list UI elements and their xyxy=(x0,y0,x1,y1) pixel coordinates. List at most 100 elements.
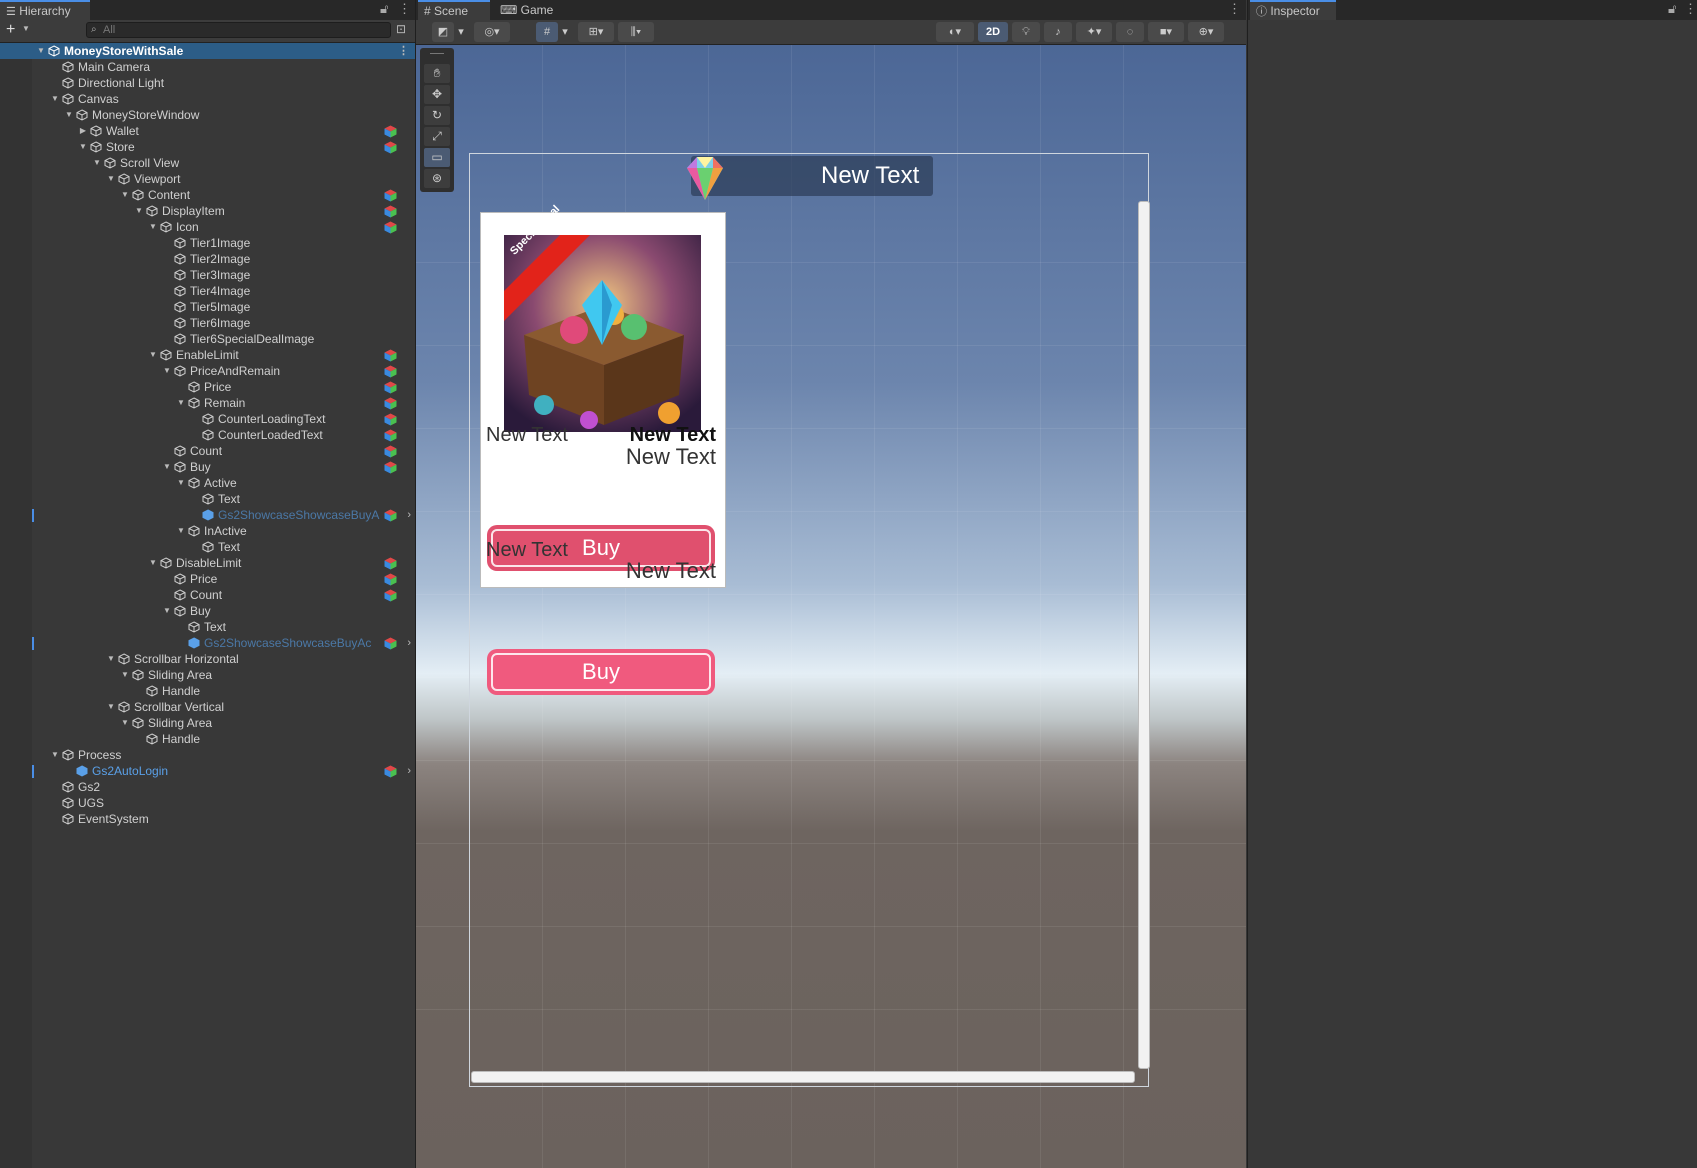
hierarchy-row[interactable]: ▼ Store xyxy=(0,139,415,155)
add-icon[interactable]: + xyxy=(6,21,15,39)
fold-open-icon[interactable]: ▼ xyxy=(120,715,130,731)
hierarchy-row[interactable]: Text xyxy=(0,539,415,555)
hierarchy-row[interactable]: ▼ Canvas xyxy=(0,91,415,107)
draw-mode-icon[interactable]: ◩ xyxy=(432,22,454,42)
hierarchy-row[interactable]: ▼ Sliding Area xyxy=(0,667,415,683)
hierarchy-row[interactable]: Tier1Image xyxy=(0,235,415,251)
hierarchy-row[interactable]: UGS xyxy=(0,795,415,811)
hierarchy-row[interactable]: ▼ Scrollbar Horizontal xyxy=(0,651,415,667)
fold-open-icon[interactable]: ▼ xyxy=(36,43,46,59)
fold-open-icon[interactable]: ▼ xyxy=(64,107,74,123)
hierarchy-row[interactable]: ▼ Content xyxy=(0,187,415,203)
camera-icon[interactable]: ■▾ xyxy=(1148,22,1184,42)
hierarchy-row[interactable]: ▼ Sliding Area xyxy=(0,715,415,731)
more-menu-icon[interactable]: ⋮ xyxy=(398,1,411,17)
fold-open-icon[interactable]: ▼ xyxy=(162,363,172,379)
hierarchy-row[interactable]: Main Camera xyxy=(0,59,415,75)
fold-open-icon[interactable]: ▼ xyxy=(120,667,130,683)
buy-button-inactive[interactable]: Buy xyxy=(487,649,715,695)
gizmos-icon[interactable]: ⊕▾ xyxy=(1188,22,1224,42)
hierarchy-row[interactable]: CounterLoadedText xyxy=(0,427,415,443)
fold-open-icon[interactable]: ▼ xyxy=(106,699,116,715)
search-input[interactable]: ⌕ All xyxy=(86,22,391,38)
hierarchy-row[interactable]: ▼ Process xyxy=(0,747,415,763)
hierarchy-row[interactable]: Gs2 xyxy=(0,779,415,795)
hierarchy-row[interactable]: Gs2ShowcaseShowcaseBuyA › xyxy=(0,507,415,523)
scrollbar-horizontal[interactable] xyxy=(471,1071,1135,1083)
fold-open-icon[interactable]: ▼ xyxy=(134,203,144,219)
tab-inspector[interactable]: ⓘ Inspector xyxy=(1250,0,1336,20)
more-menu-icon[interactable]: ⋮ xyxy=(398,43,409,59)
hierarchy-row[interactable]: ▼ Viewport xyxy=(0,171,415,187)
hierarchy-row[interactable]: ▼ PriceAndRemain xyxy=(0,363,415,379)
scrollbar-vertical[interactable] xyxy=(1138,201,1150,1069)
fold-open-icon[interactable]: ▼ xyxy=(162,459,172,475)
lock-icon[interactable]: 🔓︎ xyxy=(380,1,388,17)
hierarchy-row[interactable]: Count xyxy=(0,443,415,459)
move-tool-icon[interactable]: ✥ xyxy=(424,85,450,104)
hierarchy-row[interactable]: ▼ Scrollbar Vertical xyxy=(0,699,415,715)
open-prefab-icon[interactable]: › xyxy=(407,635,411,651)
more-menu-icon[interactable]: ⋮ xyxy=(1228,1,1241,17)
more-menu-icon[interactable]: ⋮ xyxy=(1684,1,1697,17)
toggle-2d-button[interactable]: 2D xyxy=(978,22,1008,42)
lighting-icon[interactable]: 💡︎ xyxy=(1012,22,1040,42)
fold-open-icon[interactable]: ▼ xyxy=(50,91,60,107)
hierarchy-row[interactable]: ▼ Active xyxy=(0,475,415,491)
hierarchy-row[interactable]: ▶ Wallet xyxy=(0,123,415,139)
drag-handle[interactable] xyxy=(430,53,444,54)
fold-open-icon[interactable]: ▼ xyxy=(120,187,130,203)
hierarchy-row[interactable]: ▼ DisplayItem xyxy=(0,203,415,219)
hierarchy-row[interactable]: ▼ Scroll View xyxy=(0,155,415,171)
rotate-tool-icon[interactable]: ↻ xyxy=(424,106,450,125)
hierarchy-row[interactable]: Gs2AutoLogin › xyxy=(0,763,415,779)
tab-scene[interactable]: # Scene xyxy=(418,0,490,20)
hierarchy-row[interactable]: ▼ Remain xyxy=(0,395,415,411)
hierarchy-row[interactable]: CounterLoadingText xyxy=(0,411,415,427)
fold-closed-icon[interactable]: ▶ xyxy=(78,123,88,139)
fold-open-icon[interactable]: ▼ xyxy=(176,395,186,411)
transform-tool-icon[interactable]: ⊛ xyxy=(424,169,450,188)
hierarchy-row[interactable]: Directional Light xyxy=(0,75,415,91)
hierarchy-row[interactable]: Handle xyxy=(0,731,415,747)
hierarchy-row[interactable]: EventSystem xyxy=(0,811,415,827)
hierarchy-row[interactable]: ▼ MoneyStoreWindow xyxy=(0,107,415,123)
lock-icon[interactable]: 🔓︎ xyxy=(1668,1,1676,17)
hierarchy-row[interactable]: Text xyxy=(0,619,415,635)
hierarchy-row[interactable]: ▼ EnableLimit xyxy=(0,347,415,363)
hierarchy-row[interactable]: Tier2Image xyxy=(0,251,415,267)
fold-open-icon[interactable]: ▼ xyxy=(106,171,116,187)
fold-open-icon[interactable]: ▼ xyxy=(176,523,186,539)
tab-game[interactable]: ⌨︎ Game xyxy=(494,0,560,20)
fold-open-icon[interactable]: ▼ xyxy=(148,347,158,363)
fold-open-icon[interactable]: ▼ xyxy=(162,603,172,619)
fold-open-icon[interactable]: ▼ xyxy=(78,139,88,155)
open-prefab-icon[interactable]: › xyxy=(407,507,411,523)
hierarchy-root-row[interactable]: ▼ MoneyStoreWithSale ⋮ xyxy=(0,43,415,59)
rect-tool-icon[interactable]: ▭ xyxy=(424,148,450,167)
chevron-down-icon[interactable]: ▼ xyxy=(22,24,30,33)
hidden-objects-icon[interactable]: ◌ xyxy=(1116,22,1144,42)
fold-open-icon[interactable]: ▼ xyxy=(50,747,60,763)
hierarchy-row[interactable]: Gs2ShowcaseShowcaseBuyAc › xyxy=(0,635,415,651)
tab-hierarchy[interactable]: ☰ Hierarchy xyxy=(0,0,90,20)
fold-open-icon[interactable]: ▼ xyxy=(148,219,158,235)
chevron-down-icon[interactable]: ▾ xyxy=(454,22,468,42)
hierarchy-row[interactable]: Text xyxy=(0,491,415,507)
hierarchy-row[interactable]: Price xyxy=(0,571,415,587)
hierarchy-row[interactable]: Tier3Image xyxy=(0,267,415,283)
shading-icon[interactable]: ◐▾ xyxy=(936,22,974,42)
fold-open-icon[interactable]: ▼ xyxy=(106,651,116,667)
hierarchy-row[interactable]: ▼ DisableLimit xyxy=(0,555,415,571)
fold-open-icon[interactable]: ▼ xyxy=(92,155,102,171)
effects-icon[interactable]: ✦▾ xyxy=(1076,22,1112,42)
hierarchy-row[interactable]: ▼ InActive xyxy=(0,523,415,539)
hierarchy-row[interactable]: Tier5Image xyxy=(0,299,415,315)
search-options-icon[interactable]: ⊡ xyxy=(396,22,406,36)
fold-open-icon[interactable]: ▼ xyxy=(148,555,158,571)
hand-tool-icon[interactable]: ✋︎ xyxy=(424,64,450,83)
hierarchy-row[interactable]: Handle xyxy=(0,683,415,699)
hierarchy-row[interactable]: ▼ Buy xyxy=(0,459,415,475)
hierarchy-row[interactable]: Tier4Image xyxy=(0,283,415,299)
grid-snap-icon[interactable]: # xyxy=(536,22,558,42)
